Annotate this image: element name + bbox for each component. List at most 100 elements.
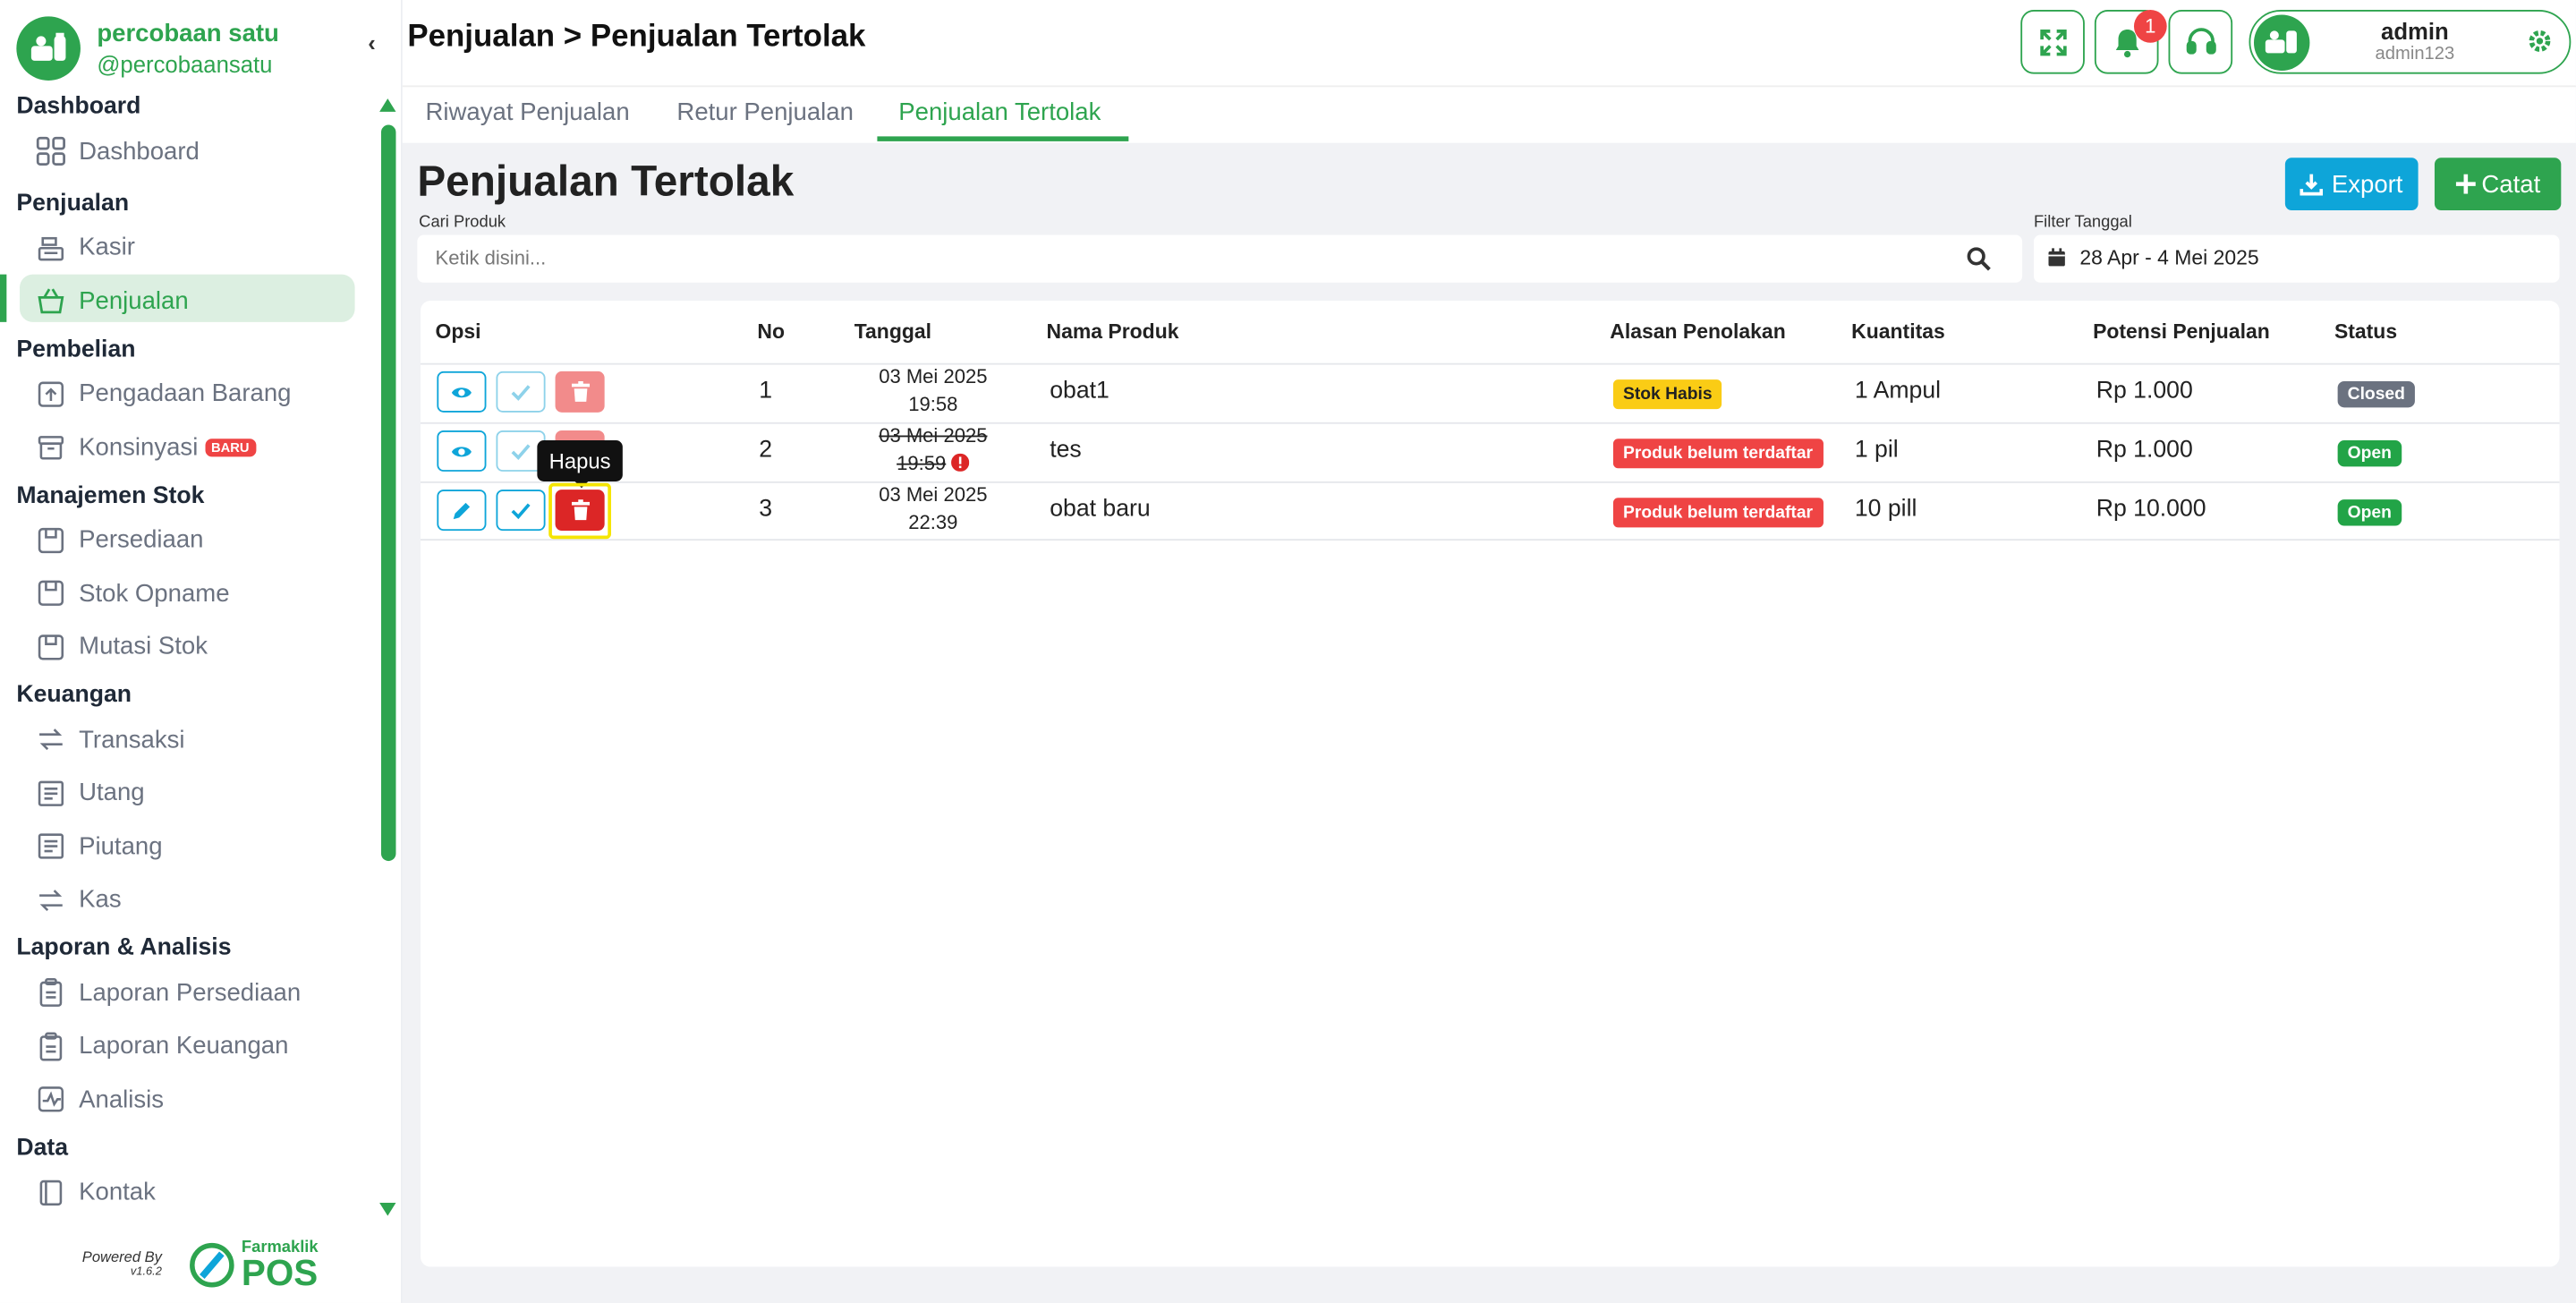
row-date-time: 19:59 bbox=[897, 451, 947, 475]
sidebar-item-label: Mutasi Stok bbox=[79, 633, 208, 661]
sidebar-item-label: Persediaan bbox=[79, 525, 204, 555]
tab-riwayat-penjualan[interactable]: Riwayat Penjualan bbox=[426, 98, 630, 144]
row-date: 03 Mei 2025 22:39 bbox=[859, 481, 1007, 537]
sidebar-item-kasir[interactable]: Kasir bbox=[0, 221, 375, 275]
sidebar-item-utang[interactable]: Utang bbox=[0, 766, 375, 820]
search-placeholder: Ketik disini... bbox=[435, 246, 547, 270]
sidebar-item-label: Kontak bbox=[79, 1178, 156, 1207]
user-menu[interactable]: admin admin123 bbox=[2249, 10, 2572, 74]
row-divider bbox=[421, 539, 2560, 541]
sidebar-item-dashboard[interactable]: Dashboard bbox=[0, 125, 375, 179]
col-header-status: Status bbox=[2334, 320, 2398, 344]
edit-button[interactable] bbox=[437, 490, 487, 532]
active-indicator bbox=[0, 274, 7, 322]
avatar bbox=[2253, 14, 2310, 71]
row-potential: Rp 1.000 bbox=[2096, 378, 2193, 405]
trash-icon bbox=[571, 380, 590, 402]
scroll-up-icon[interactable] bbox=[379, 98, 396, 112]
row-date-day: 03 Mei 2025 bbox=[879, 482, 988, 507]
sidebar-item-persediaan[interactable]: Persediaan bbox=[0, 514, 375, 567]
sidebar-item-label: Stok Opname bbox=[79, 579, 230, 608]
sidebar-item-transaksi[interactable]: Transaksi bbox=[0, 713, 375, 767]
row-product: obat baru bbox=[1050, 496, 1151, 523]
check-icon bbox=[511, 502, 531, 519]
collapse-sidebar-icon[interactable]: ‹ bbox=[368, 30, 376, 55]
delete-button[interactable] bbox=[555, 370, 605, 413]
scroll-down-icon[interactable] bbox=[379, 1202, 396, 1216]
approve-button[interactable] bbox=[496, 370, 546, 413]
page-title: Penjualan Tertolak bbox=[417, 156, 795, 206]
delete-tooltip: Hapus bbox=[537, 440, 623, 489]
active-tab-indicator bbox=[877, 136, 1129, 141]
row-date-day: 03 Mei 2025 bbox=[879, 423, 988, 447]
sidebar-item-mutasi-stok[interactable]: Mutasi Stok bbox=[0, 620, 375, 674]
export-button[interactable]: Export bbox=[2284, 158, 2419, 211]
date-filter-input[interactable]: 28 Apr - 4 Mei 2025 bbox=[2033, 234, 2560, 283]
clipboard-icon bbox=[36, 978, 65, 1008]
sidebar-item-kontak[interactable]: Kontak bbox=[0, 1166, 375, 1220]
receipt-icon bbox=[36, 831, 65, 861]
row-date: 03 Mei 2025 19:58 bbox=[859, 363, 1007, 419]
filter-label: Filter Tanggal bbox=[2033, 213, 2132, 232]
farmaklik-logo: Farmaklik POS bbox=[189, 1239, 319, 1290]
section-title-manajemen-stok: Manajemen Stok bbox=[16, 481, 205, 509]
section-title-laporan: Laporan & Analisis bbox=[16, 934, 232, 962]
view-button[interactable] bbox=[437, 370, 487, 413]
sidebar-item-kas[interactable]: Kas bbox=[0, 873, 375, 927]
row-no: 3 bbox=[759, 496, 773, 523]
sidebar-item-label: Laporan Persediaan bbox=[79, 978, 302, 1008]
status-badge: Open bbox=[2337, 440, 2402, 467]
row-product: tes bbox=[1050, 437, 1082, 464]
reason-badge: Produk belum terdaftar bbox=[1612, 439, 1824, 469]
row-qty: 1 pil bbox=[1854, 437, 1899, 464]
sidebar-nav: Dashboard Dashboard Penjualan Kasir Penj… bbox=[0, 89, 375, 1219]
sidebar-item-laporan-persediaan[interactable]: Laporan Persediaan bbox=[0, 967, 375, 1020]
search-input[interactable]: Ketik disini... bbox=[417, 234, 2023, 283]
row-date: 03 Mei 2025 19:59 bbox=[859, 422, 1007, 478]
col-header-tanggal: Tanggal bbox=[854, 320, 932, 344]
approve-button[interactable] bbox=[496, 490, 546, 532]
sidebar-item-konsinyasi[interactable]: Konsinyasi BARU bbox=[0, 421, 375, 474]
catat-button[interactable]: Catat bbox=[2434, 158, 2562, 211]
version-text: v1.6.2 bbox=[130, 1266, 162, 1279]
search-icon[interactable] bbox=[1967, 246, 1992, 271]
sidebar-item-pengadaan-barang[interactable]: Pengadaan Barang bbox=[0, 367, 375, 421]
sidebar-item-label: Transaksi bbox=[79, 726, 185, 754]
scroll-thumb[interactable] bbox=[380, 124, 396, 862]
powered-by: Powered By v1.6.2 bbox=[82, 1248, 162, 1282]
rejected-sales-table: Opsi No Tanggal Nama Produk Alasan Penol… bbox=[421, 300, 2560, 1267]
sidebar-item-piutang[interactable]: Piutang bbox=[0, 820, 375, 873]
sidebar-item-analisis[interactable]: Analisis bbox=[0, 1073, 375, 1127]
brand[interactable]: percobaan satu @percobaansatu bbox=[16, 16, 279, 81]
row-qty: 1 Ampul bbox=[1854, 378, 1942, 405]
box-icon bbox=[36, 525, 65, 555]
exchange-icon bbox=[36, 725, 65, 754]
sidebar-item-label: Laporan Keuangan bbox=[79, 1032, 289, 1060]
col-header-potensi: Potensi Penjualan bbox=[2093, 320, 2270, 344]
gear-icon[interactable] bbox=[2527, 28, 2553, 54]
sidebar-item-stok-opname[interactable]: Stok Opname bbox=[0, 566, 375, 620]
search-label: Cari Produk bbox=[419, 213, 506, 232]
fullscreen-button[interactable] bbox=[2020, 10, 2085, 74]
alert-icon[interactable] bbox=[951, 453, 970, 472]
sidebar-item-laporan-keuangan[interactable]: Laporan Keuangan bbox=[0, 1019, 375, 1073]
status-badge: Closed bbox=[2337, 380, 2415, 408]
pencil-icon bbox=[453, 501, 471, 519]
view-button[interactable] bbox=[437, 430, 487, 472]
box-icon bbox=[36, 579, 65, 609]
eye-icon bbox=[451, 387, 472, 397]
pharmacy-logo-icon bbox=[2265, 30, 2297, 54]
sidebar-scrollbar[interactable] bbox=[379, 98, 396, 1224]
user-handle: admin123 bbox=[2375, 44, 2455, 64]
export-label: Export bbox=[2331, 170, 2403, 199]
row-divider bbox=[421, 481, 2560, 483]
tab-retur-penjualan[interactable]: Retur Penjualan bbox=[676, 98, 854, 144]
sidebar-item-label: Pengadaan Barang bbox=[79, 379, 292, 408]
row-no: 2 bbox=[759, 437, 773, 464]
row-product: obat1 bbox=[1050, 378, 1109, 405]
sidebar-item-label: Kas bbox=[79, 886, 122, 915]
cash-register-icon bbox=[36, 233, 65, 262]
row-date-time: 22:39 bbox=[908, 510, 958, 534]
support-button[interactable] bbox=[2168, 10, 2233, 74]
sidebar-item-penjualan[interactable]: Penjualan bbox=[0, 274, 375, 328]
